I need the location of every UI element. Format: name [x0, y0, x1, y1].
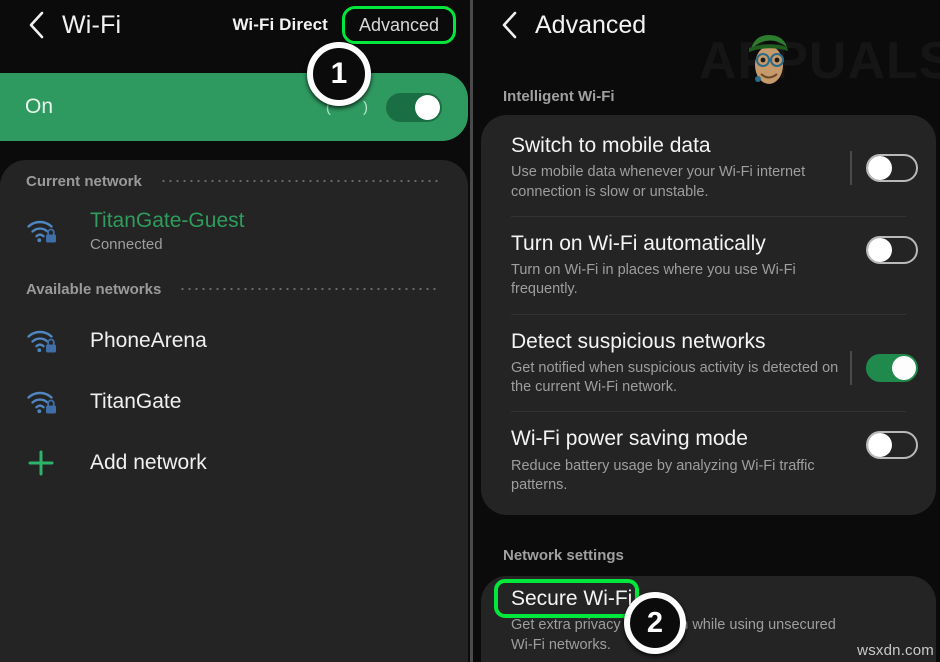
add-network-label: Add network	[90, 450, 207, 474]
setting-text: Switch to mobile data Use mobile data wh…	[481, 133, 841, 202]
network-text: PhoneArena	[90, 328, 207, 354]
advanced-button[interactable]: Advanced	[341, 5, 456, 45]
header-actions: Wi-Fi Direct Advanced	[232, 5, 470, 45]
setting-toggle-container	[850, 233, 918, 267]
screenshot-root: Wi-Fi Wi-Fi Direct Advanced On ( ) Curre…	[0, 0, 940, 662]
network-name: PhoneArena	[90, 328, 207, 352]
toggle-knob	[892, 355, 916, 380]
page-title: Wi-Fi	[62, 10, 122, 39]
advanced-settings-panel: Advanced APPUALS Intelligent Wi-Fi Switc…	[470, 0, 940, 662]
setting-description: Use mobile data whenever your Wi-Fi inte…	[511, 164, 806, 200]
dotted-rule	[179, 288, 438, 290]
setting-toggle-container	[850, 151, 918, 185]
section-header-current-network: Current network	[0, 160, 468, 202]
wifi-lock-icon	[26, 217, 66, 245]
back-chevron-icon[interactable]	[493, 8, 527, 42]
toggle-divider-bar	[850, 350, 852, 385]
back-chevron-icon[interactable]	[20, 8, 54, 42]
toggle-knob	[868, 237, 892, 262]
setting-wifi-power-saving-mode[interactable]: Wi-Fi power saving mode Reduce battery u…	[481, 412, 936, 515]
wifi-lock-icon	[26, 388, 66, 416]
site-credit: wsxdn.com	[857, 642, 934, 659]
setting-description: Reduce battery usage by analyzing Wi-Fi …	[511, 457, 815, 493]
step-badge-2: 2	[624, 592, 686, 654]
toggle-knob	[415, 94, 440, 120]
detect-suspicious-networks-toggle[interactable]	[866, 353, 918, 382]
setting-title: Detect suspicious networks	[511, 329, 766, 353]
setting-description: Turn on Wi-Fi in places where you use Wi…	[511, 262, 796, 298]
setting-title: Wi-Fi power saving mode	[511, 427, 748, 451]
add-network-row[interactable]: Add network	[0, 432, 468, 493]
wifi-state-label: On	[25, 95, 54, 118]
wifi-power-saving-mode-toggle[interactable]	[866, 431, 918, 460]
network-status: Connected	[90, 235, 163, 253]
section-label: Current network	[26, 172, 142, 190]
wifi-master-toggle[interactable]	[386, 92, 442, 122]
toggle-knob	[868, 156, 892, 180]
wifi-settings-panel: Wi-Fi Wi-Fi Direct Advanced On ( ) Curre…	[0, 0, 470, 662]
setting-turn-on-wifi-automatically[interactable]: Turn on Wi-Fi automatically Turn on Wi-F…	[481, 217, 936, 314]
section-label-network-settings: Network settings	[503, 547, 624, 564]
setting-title: Turn on Wi-Fi automatically	[511, 231, 766, 255]
section-label-intelligent-wifi: Intelligent Wi-Fi	[503, 88, 615, 105]
switch-to-mobile-data-toggle[interactable]	[866, 154, 918, 182]
setting-toggle-container	[850, 350, 918, 385]
network-text: TitanGate-Guest Connected	[90, 208, 244, 254]
toggle-knob	[868, 433, 892, 458]
networks-card: Current network TitanGate-Guest Connecte…	[0, 160, 468, 662]
wifi-lock-icon	[26, 327, 66, 355]
network-name: TitanGate-Guest	[90, 208, 245, 232]
section-header-available-networks: Available networks	[0, 268, 468, 310]
intelligent-wifi-card: Switch to mobile data Use mobile data wh…	[481, 115, 936, 516]
turn-on-wifi-automatically-toggle[interactable]	[866, 235, 918, 264]
setting-detect-suspicious-networks[interactable]: Detect suspicious networks Get notified …	[481, 315, 936, 412]
setting-text: Turn on Wi-Fi automatically Turn on Wi-F…	[481, 231, 841, 300]
network-row-current[interactable]: TitanGate-Guest Connected	[0, 202, 468, 260]
network-name: TitanGate	[90, 389, 182, 413]
network-text: Add network	[90, 450, 207, 476]
setting-toggle-container	[850, 428, 918, 462]
step-badge-1: 1	[307, 42, 371, 106]
wifi-on-banner[interactable]: On ( )	[0, 73, 468, 141]
setting-title: Switch to mobile data	[511, 134, 711, 157]
setting-description: Get notified when suspicious activity is…	[511, 359, 839, 396]
setting-text: Wi-Fi power saving mode Reduce battery u…	[481, 426, 841, 495]
network-text: TitanGate	[90, 389, 181, 415]
network-row-titangate[interactable]: TitanGate	[0, 371, 468, 432]
page-title: Advanced	[535, 10, 647, 39]
right-header: Advanced	[473, 0, 940, 50]
setting-text: Detect suspicious networks Get notified …	[481, 329, 841, 398]
toggle-divider-bar	[850, 151, 852, 185]
section-label: Available networks	[26, 280, 162, 298]
setting-switch-to-mobile-data[interactable]: Switch to mobile data Use mobile data wh…	[481, 115, 936, 216]
left-header: Wi-Fi Wi-Fi Direct Advanced	[0, 0, 470, 50]
dotted-rule	[159, 180, 438, 182]
network-row-phonearena[interactable]: PhoneArena	[0, 310, 468, 371]
plus-icon	[26, 448, 66, 478]
wifi-direct-button[interactable]: Wi-Fi Direct	[232, 15, 328, 35]
